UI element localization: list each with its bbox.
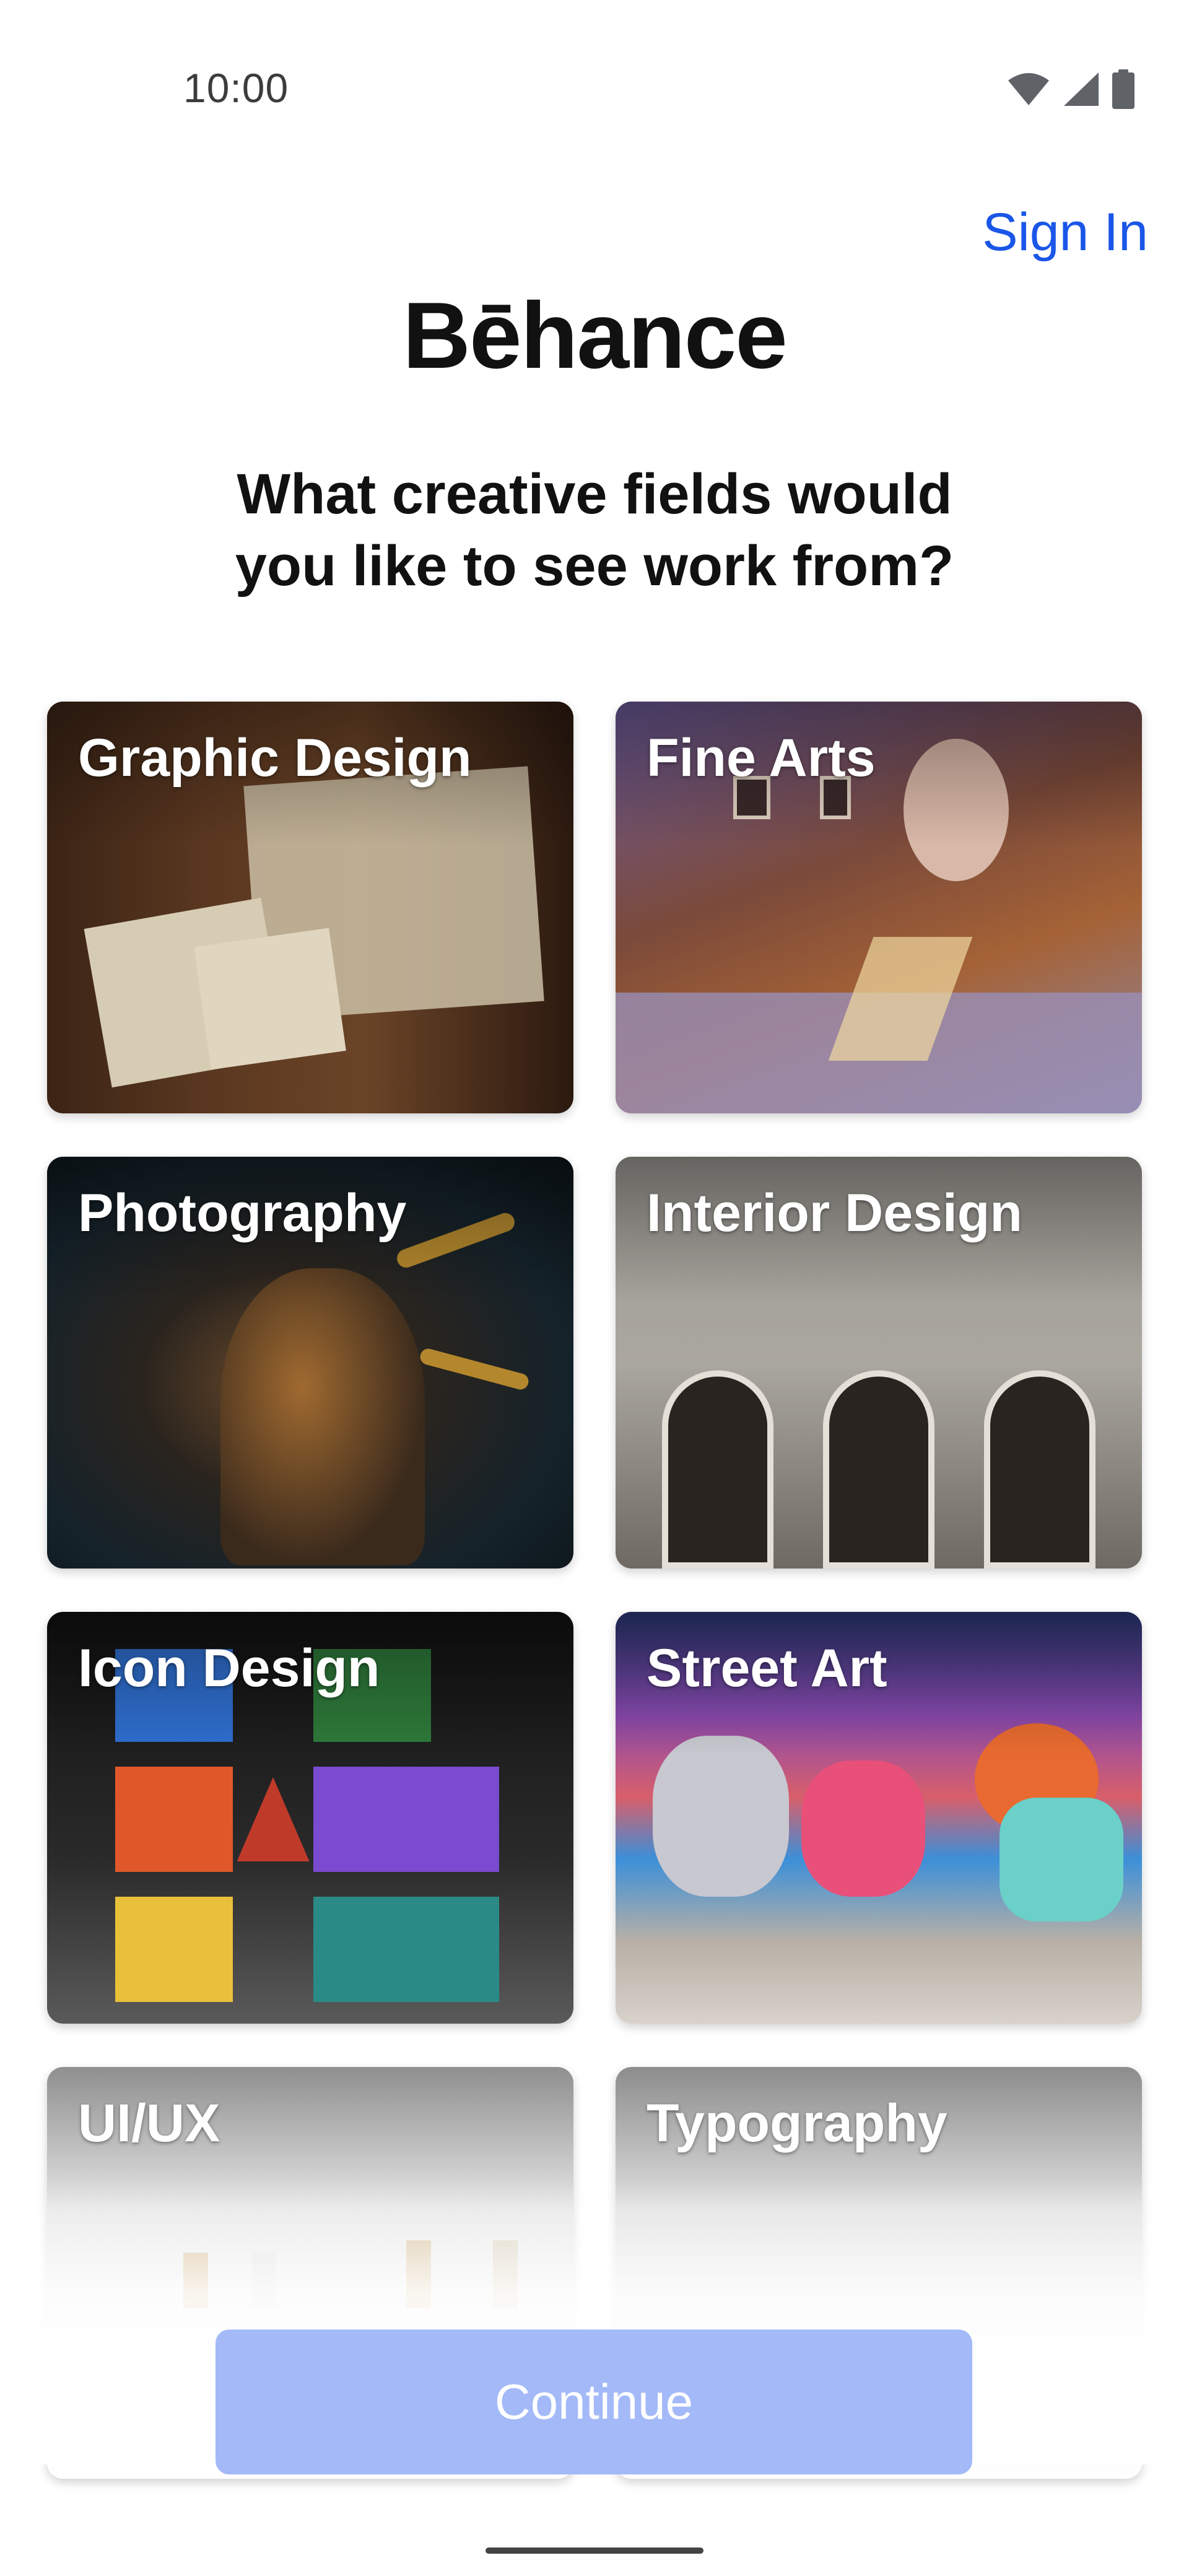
status-time: 10:00 <box>183 65 289 111</box>
continue-button[interactable]: Continue <box>216 2330 972 2474</box>
behance-logo: Bēhance <box>403 283 788 388</box>
field-tile-graphic-design[interactable]: Graphic Design <box>47 702 573 1113</box>
wifi-icon <box>1008 73 1049 105</box>
page-title: What creative fields would you like to s… <box>0 458 1189 602</box>
question-line-2: you like to see work from? <box>235 534 954 598</box>
field-label: Fine Arts <box>647 728 876 788</box>
field-tile-fine-arts[interactable]: Fine Arts <box>616 702 1142 1113</box>
status-bar: 10:00 <box>0 0 1189 186</box>
field-label: UI/UX <box>78 2094 220 2153</box>
field-label: Graphic Design <box>78 728 472 788</box>
field-tile-interior-design[interactable]: Interior Design <box>616 1157 1142 1569</box>
home-indicator[interactable] <box>486 2548 703 2554</box>
status-icons <box>1007 69 1135 109</box>
field-tile-photography[interactable]: Photography <box>47 1157 573 1569</box>
battery-icon <box>1112 69 1135 109</box>
sign-in-button[interactable]: Sign In <box>982 202 1148 263</box>
question-line-1: What creative fields would <box>237 463 952 526</box>
field-label: Typography <box>647 2094 947 2153</box>
field-tile-street-art[interactable]: Street Art <box>616 1612 1142 2024</box>
field-tile-icon-design[interactable]: Icon Design <box>47 1612 573 2024</box>
signal-icon <box>1064 72 1099 106</box>
field-label: Street Art <box>647 1638 887 1698</box>
field-label: Interior Design <box>647 1183 1022 1243</box>
field-label: Icon Design <box>78 1638 380 1698</box>
field-label: Photography <box>78 1183 407 1243</box>
